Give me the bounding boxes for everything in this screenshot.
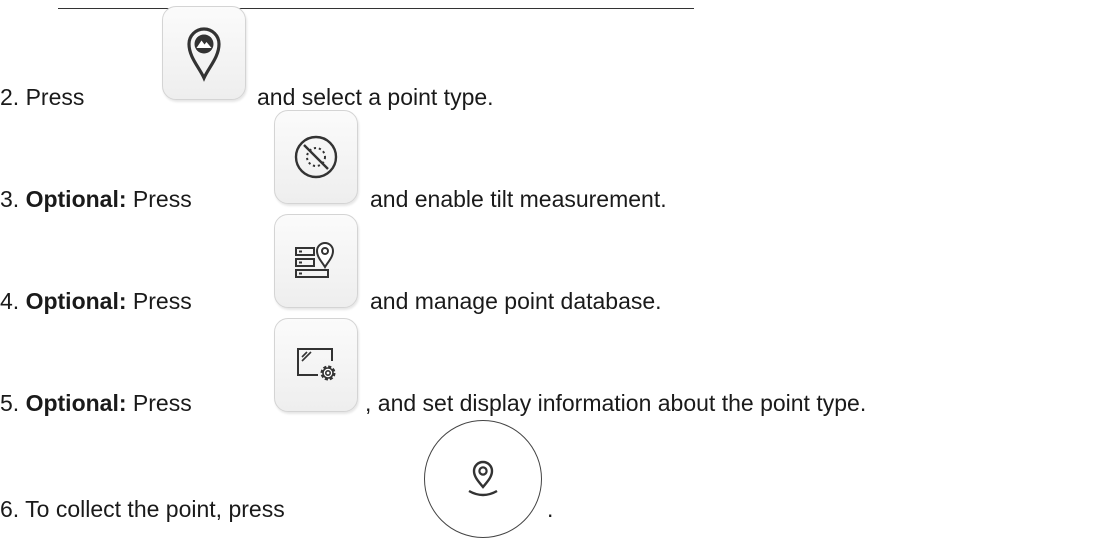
optional-label: Optional: <box>25 186 127 212</box>
step-number: 5. <box>0 390 20 416</box>
collect-point-button[interactable] <box>424 420 542 538</box>
step-prefix: To collect the point, press <box>25 496 285 522</box>
step-suffix: , and set display information about the … <box>365 390 867 416</box>
step-number: 2. <box>0 84 20 110</box>
step-suffix: and select a point type. <box>257 84 494 110</box>
optional-label: Optional: <box>25 390 127 416</box>
top-divider <box>58 8 694 9</box>
step-suffix: and manage point database. <box>370 288 662 314</box>
step-prefix: Press <box>132 390 192 416</box>
step-prefix: Press <box>132 186 192 212</box>
point-database-button[interactable] <box>274 214 358 308</box>
point-database-icon <box>295 242 335 278</box>
step-suffix: and enable tilt measurement. <box>370 186 667 212</box>
collect-point-icon <box>468 460 498 497</box>
step-number: 6. <box>0 496 20 522</box>
step-prefix: Press <box>25 84 85 110</box>
step-suffix: . <box>547 496 554 522</box>
tilt-disabled-icon <box>294 135 338 179</box>
step-prefix: Press <box>132 288 192 314</box>
optional-label: Optional: <box>25 288 127 314</box>
map-pin-mountain-icon <box>187 27 221 82</box>
step-number: 3. <box>0 186 20 212</box>
point-type-button[interactable] <box>162 6 246 100</box>
step-number: 4. <box>0 288 20 314</box>
tilt-measurement-button[interactable] <box>274 110 358 204</box>
display-settings-button[interactable] <box>274 318 358 412</box>
display-settings-icon <box>297 348 336 381</box>
